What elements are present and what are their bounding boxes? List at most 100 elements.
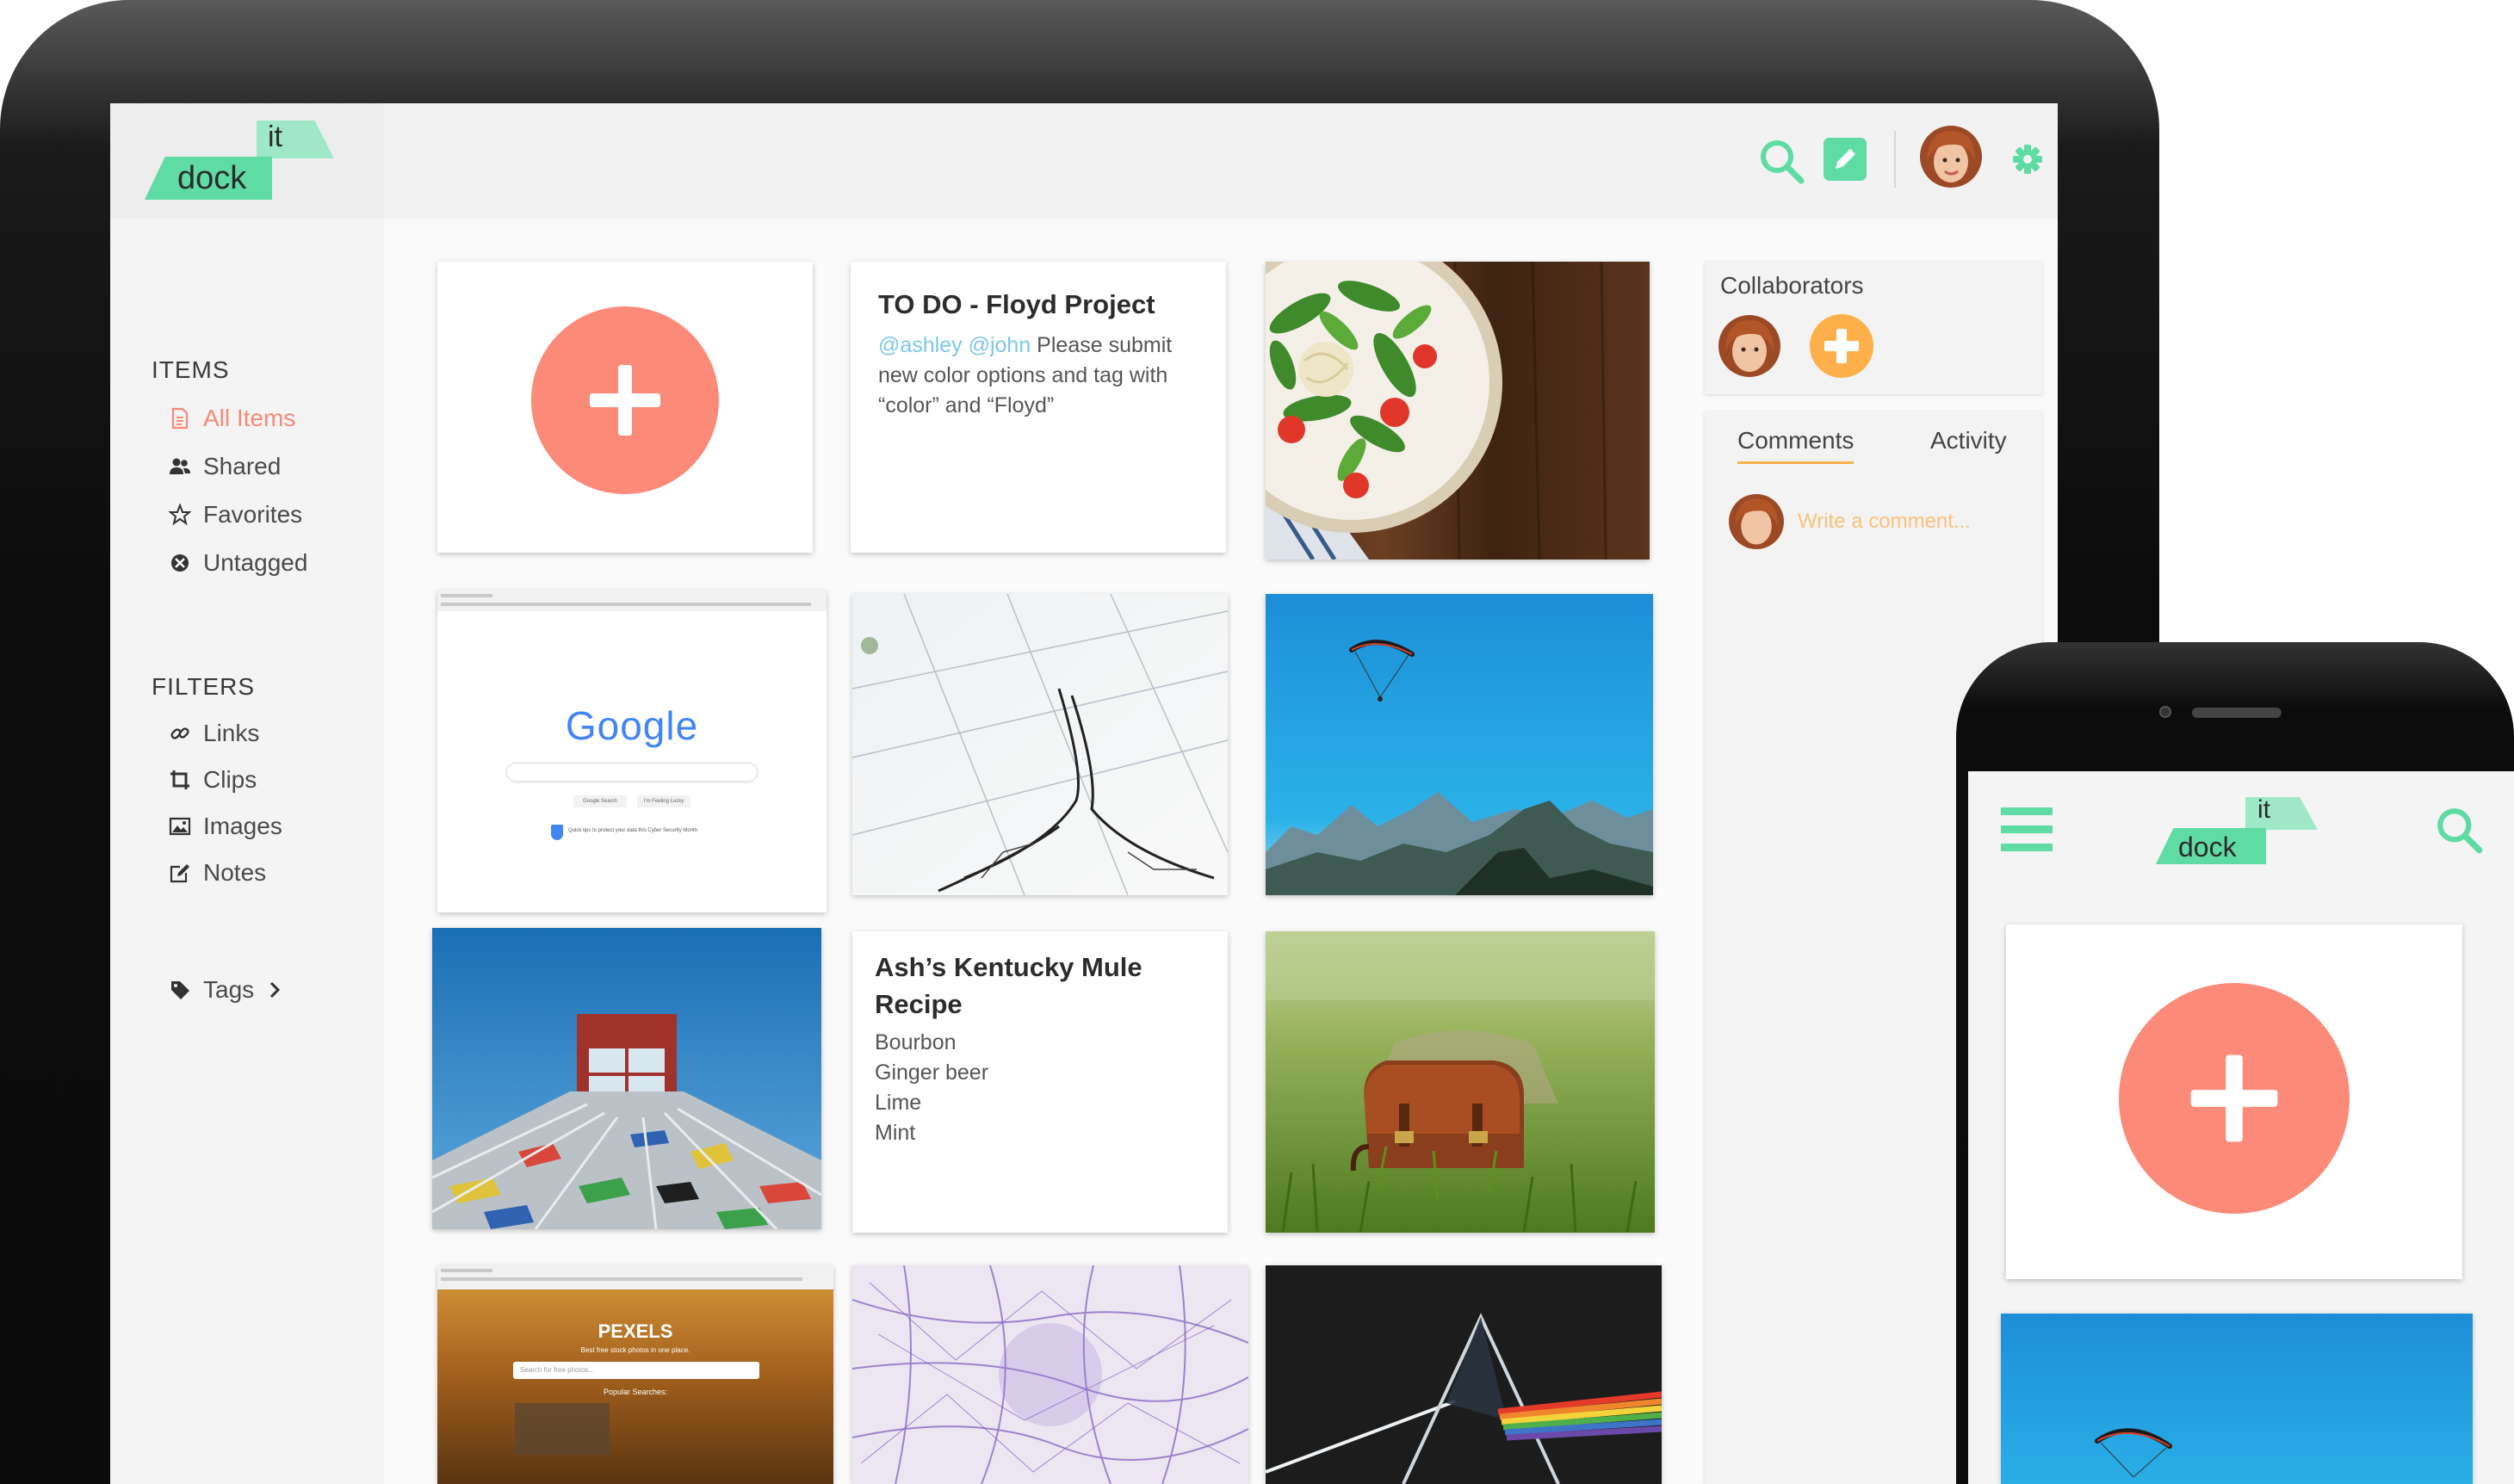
image-card-map[interactable] — [852, 1265, 1248, 1484]
tab-comments[interactable]: Comments — [1737, 427, 1855, 464]
phone-add-button[interactable] — [2119, 983, 2350, 1214]
recipe-body: Bourbon Ginger beer Lime Mint — [875, 1028, 1202, 1148]
pexels-search-input[interactable]: Search for free photos... — [513, 1362, 759, 1379]
phone-add-item-card[interactable] — [2006, 924, 2462, 1279]
top-bar: it dock — [110, 103, 2058, 219]
tags-label: Tags — [203, 976, 255, 1003]
sidebar-item-label: Favorites — [203, 501, 303, 528]
filter-label: Links — [203, 720, 260, 746]
note-title: TO DO - Floyd Project — [878, 289, 1155, 319]
city-map-photo — [852, 1265, 1248, 1484]
google-tip[interactable]: Quick tips to protect your data this Cyb… — [568, 828, 740, 833]
recipe-line: Mint — [875, 1121, 916, 1145]
pexels-brand: PEXELS — [598, 1320, 673, 1342]
image-card-building[interactable] — [432, 928, 821, 1229]
commenter-avatar — [1729, 494, 1784, 549]
logo-area: it dock — [110, 103, 384, 219]
hamburger-menu-icon[interactable] — [2001, 807, 2053, 852]
leather-bag-photo — [1266, 931, 1655, 1233]
logo-it-text: it — [268, 121, 282, 153]
phone-paraglider-photo — [2001, 1314, 2473, 1484]
google-lucky-button[interactable]: I'm Feeling Lucky — [637, 795, 690, 807]
app-screen: it dock ITEMS All Items Shared Favorites… — [110, 103, 2058, 1484]
link-icon — [170, 727, 189, 739]
image-card-bag[interactable] — [1266, 931, 1655, 1233]
search-icon[interactable] — [1756, 136, 1808, 188]
phone-header: it dock — [1968, 771, 2514, 890]
add-collaborator-button[interactable] — [1810, 314, 1873, 378]
sidebar-item-favorites[interactable]: Favorites — [169, 498, 302, 532]
image-card-salad[interactable] — [1266, 262, 1650, 560]
dockit-logo[interactable]: it dock — [145, 121, 351, 207]
sidebar-item-untagged[interactable]: Untagged — [169, 546, 307, 580]
phone-speaker — [2192, 708, 2282, 718]
colorful-building-photo — [432, 928, 821, 1229]
header-divider — [1894, 131, 1896, 188]
chevron-right-icon — [270, 981, 281, 999]
paraglider-photo — [1266, 594, 1653, 895]
star-icon — [169, 504, 191, 526]
google-search-box[interactable] — [506, 763, 758, 782]
untagged-icon — [171, 554, 189, 572]
sidebar-item-label: Untagged — [203, 549, 308, 576]
salad-photo — [1266, 262, 1650, 560]
link-card-pexels[interactable]: PEXELS Best free stock photos in one pla… — [437, 1265, 833, 1484]
prism-artwork — [1266, 1265, 1662, 1484]
shield-icon — [551, 825, 563, 840]
crop-icon — [170, 770, 189, 789]
collaborator-avatar[interactable] — [1718, 315, 1780, 377]
sidebar-tags[interactable]: Tags — [169, 973, 283, 1007]
sidebar-item-label: Shared — [203, 453, 282, 479]
note-icon — [170, 864, 189, 883]
sidebar: ITEMS All Items Shared Favorites Untagge… — [110, 219, 384, 1484]
phone-image-card-paraglider[interactable] — [2001, 1314, 2473, 1484]
gear-icon[interactable] — [2013, 145, 2042, 174]
sidebar-item-all-items[interactable]: All Items — [169, 401, 295, 436]
collaborators-title: Collaborators — [1720, 272, 1864, 299]
recipe-line: Ginger beer — [875, 1060, 989, 1085]
note-mentions[interactable]: @ashley @john — [878, 333, 1031, 357]
filter-label: Notes — [203, 859, 267, 886]
note-card-todo[interactable]: TO DO - Floyd Project @ashley @john Plea… — [851, 262, 1226, 553]
filter-notes[interactable]: Notes — [169, 856, 266, 890]
image-icon — [169, 817, 191, 836]
note-body: @ashley @john Please submit new color op… — [878, 331, 1211, 421]
filter-label: Images — [203, 813, 282, 839]
logo-it-text: it — [2257, 795, 2270, 824]
google-logo: Google — [565, 703, 699, 748]
add-button[interactable] — [531, 306, 719, 494]
architectural-sketch-photo — [852, 594, 1228, 895]
user-avatar[interactable] — [1920, 126, 1982, 188]
recipe-line: Bourbon — [875, 1030, 957, 1054]
google-search-button[interactable]: Google Search — [573, 795, 627, 807]
tab-activity[interactable]: Activity — [1930, 427, 2007, 454]
recipe-line: Lime — [875, 1091, 922, 1115]
pexels-popular: Popular Searches: — [603, 1388, 668, 1396]
sidebar-item-shared[interactable]: Shared — [169, 449, 281, 484]
items-heading: ITEMS — [152, 356, 230, 383]
logo-dock-text: dock — [177, 160, 247, 196]
recipe-title: Ash’s Kentucky Mule Recipe — [875, 952, 1142, 1019]
pexels-tagline: Best free stock photos in one place. — [580, 1346, 690, 1354]
phone-camera — [2159, 706, 2171, 718]
filter-clips[interactable]: Clips — [169, 763, 257, 797]
image-card-sketch[interactable] — [852, 594, 1228, 895]
comment-input[interactable]: Write a comment... — [1798, 510, 2022, 534]
phone-frame: it dock — [1956, 642, 2514, 1484]
link-card-google[interactable]: Google Google Search I'm Feeling Lucky Q… — [437, 591, 827, 912]
filter-label: Clips — [203, 766, 257, 793]
phone-dockit-logo[interactable]: it dock — [2156, 795, 2328, 866]
image-card-prism[interactable] — [1266, 1265, 1662, 1484]
users-icon — [170, 458, 190, 474]
phone-search-icon[interactable] — [2433, 804, 2486, 857]
image-card-paraglider[interactable] — [1266, 594, 1653, 895]
add-item-card[interactable] — [437, 262, 813, 553]
filter-links[interactable]: Links — [169, 716, 259, 751]
tag-icon — [171, 981, 189, 999]
phone-screen: it dock — [1968, 771, 2514, 1484]
google-screenshot — [437, 591, 827, 611]
filter-images[interactable]: Images — [169, 809, 282, 844]
edit-icon[interactable] — [1824, 138, 1867, 181]
note-card-recipe[interactable]: Ash’s Kentucky Mule Recipe Bourbon Ginge… — [852, 931, 1228, 1233]
sidebar-item-label: All Items — [203, 405, 296, 431]
